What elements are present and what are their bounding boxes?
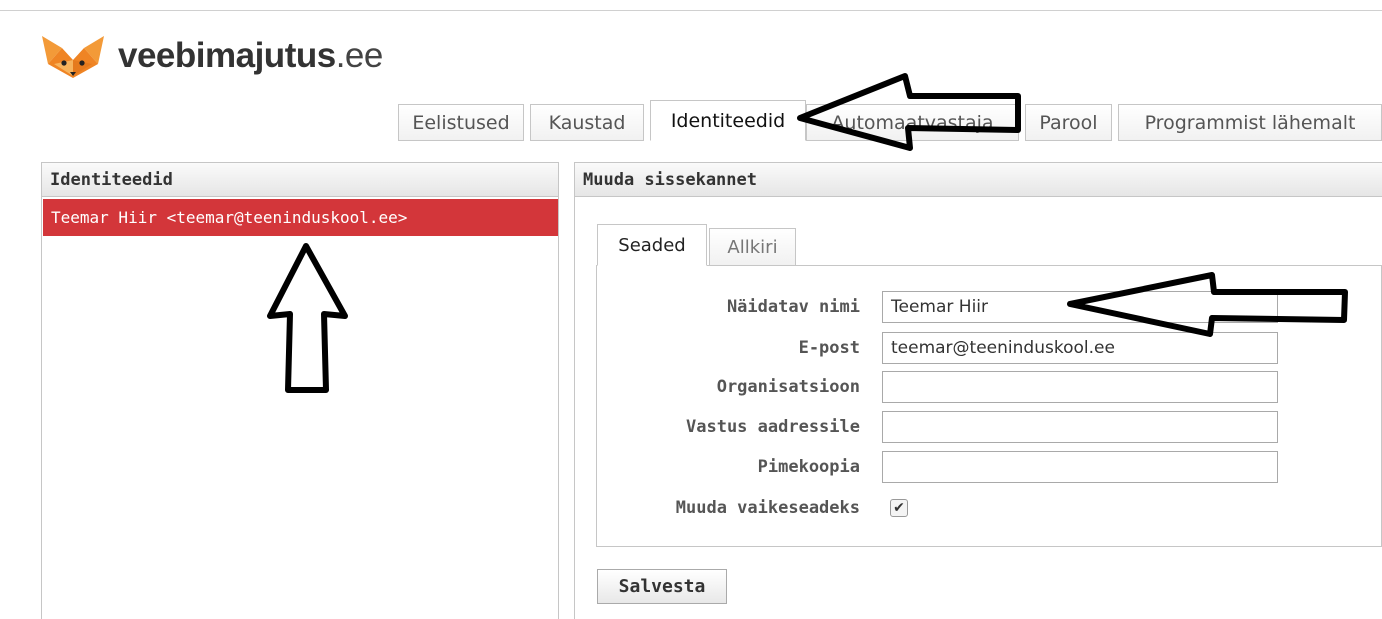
arrow-left-icon (1067, 272, 1348, 337)
arrow-left-icon (797, 73, 1021, 151)
app-root: veebimajutus.ee Eelistused Kaustad Ident… (0, 0, 1382, 619)
arrow-up-icon (267, 243, 348, 393)
annotation-overlay (267, 73, 1348, 393)
